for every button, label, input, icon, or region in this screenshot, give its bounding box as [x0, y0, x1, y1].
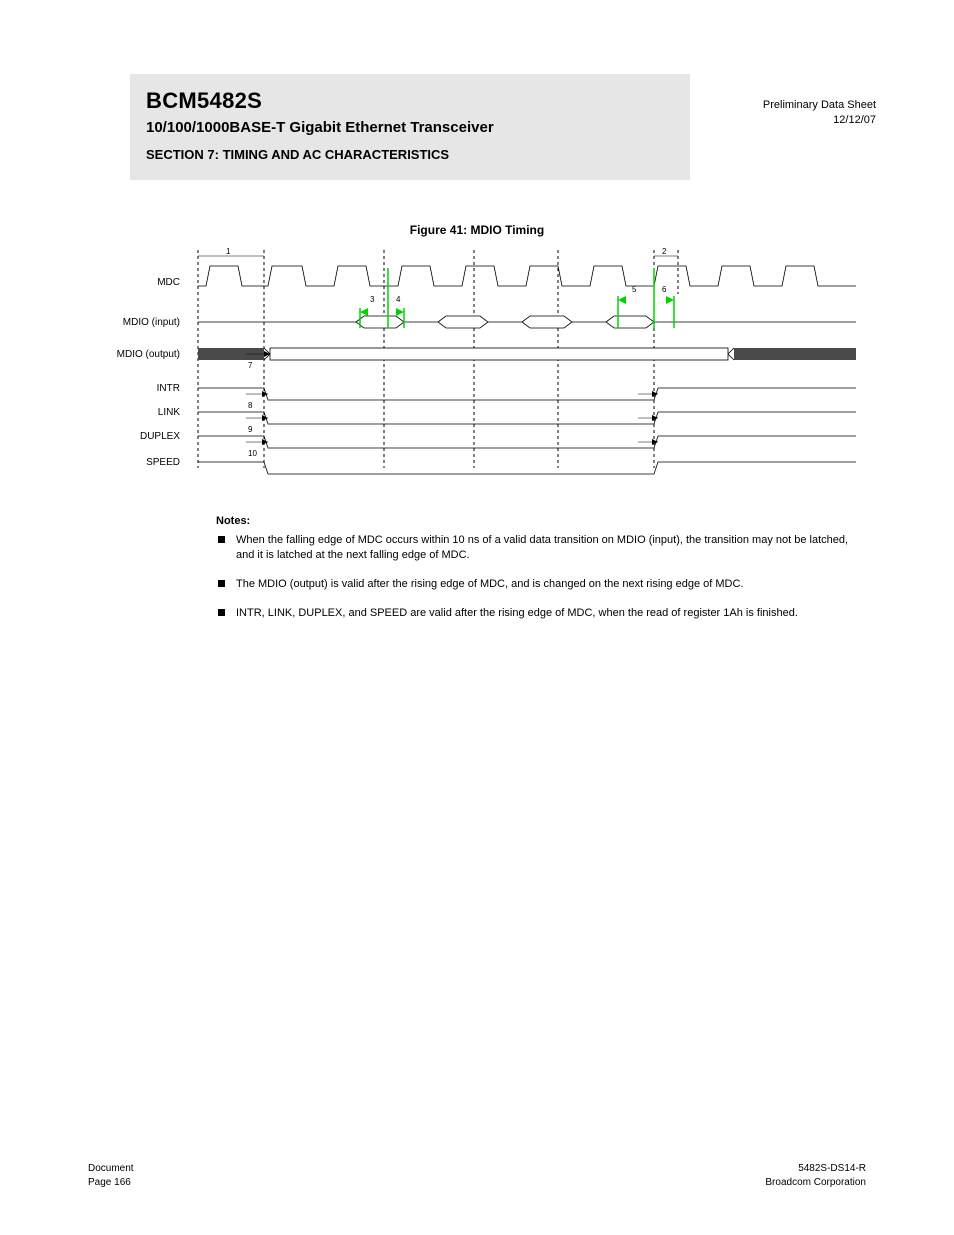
header-grey-box: BCM5482S 10/100/1000BASE-T Gigabit Ether…	[130, 74, 690, 180]
page-footer: Document 5482S-DS14-R Page 166 Broadcom …	[0, 1162, 954, 1189]
doc-status: Preliminary Data Sheet	[763, 98, 876, 113]
t9-label: 9	[248, 425, 253, 434]
product-title: 10/100/1000BASE-T Gigabit Ethernet Trans…	[146, 118, 674, 138]
header-right: Preliminary Data Sheet 12/12/07	[763, 98, 876, 128]
footer-doc-label: Document	[88, 1162, 134, 1176]
footer-page: Page 166	[88, 1176, 131, 1190]
t6-label: 6	[662, 285, 667, 294]
footer-doc-id: 5482S-DS14-R	[798, 1162, 866, 1176]
doc-date: 12/12/07	[763, 113, 876, 128]
note-item: When the falling edge of MDC occurs with…	[216, 533, 866, 563]
section-title: SECTION 7: TIMING AND AC CHARACTERISTICS	[146, 146, 674, 164]
timing-diagram: MDC MDIO (input) MDIO (output) INTR LINK…	[88, 244, 866, 504]
t4-label: 4	[396, 295, 401, 304]
t5-label: 5	[632, 285, 637, 294]
t7-label: 7	[248, 361, 253, 370]
footer-company: Broadcom Corporation	[765, 1176, 866, 1190]
figure-notes: Notes: When the falling edge of MDC occu…	[216, 514, 866, 620]
figure-caption: Figure 41: MDIO Timing	[88, 222, 866, 238]
notes-heading: Notes:	[216, 514, 866, 529]
product-code: BCM5482S	[146, 86, 674, 116]
t10-label: 10	[248, 449, 257, 458]
t2-label: 2	[662, 247, 667, 256]
note-item: INTR, LINK, DUPLEX, and SPEED are valid …	[216, 606, 866, 621]
t1-label: 1	[226, 247, 231, 256]
page-header: BCM5482S 10/100/1000BASE-T Gigabit Ether…	[130, 44, 866, 214]
t3-label: 3	[370, 295, 375, 304]
note-item: The MDIO (output) is valid after the ris…	[216, 577, 866, 592]
timing-svg: 3 4 5 6 1 2 7 8	[98, 244, 856, 500]
t8-label: 8	[248, 401, 253, 410]
